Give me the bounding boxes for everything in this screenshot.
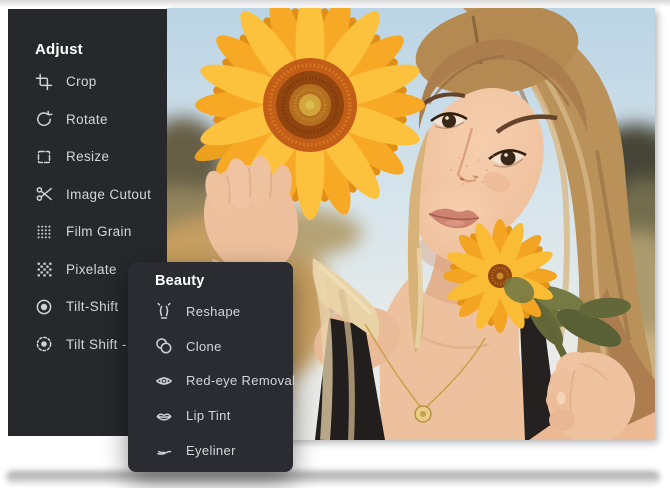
- beauty-item-label: Eyeliner: [186, 443, 236, 458]
- beauty-item-reshape[interactable]: Reshape: [128, 294, 293, 329]
- card-shadow: [6, 471, 660, 484]
- adjust-item-crop[interactable]: Crop: [8, 63, 167, 101]
- adjust-panel-title: Adjust: [35, 40, 167, 59]
- top-shadow: [0, 0, 670, 7]
- adjust-item-label: Rotate: [66, 112, 108, 127]
- tilt-shift-icon: [35, 298, 53, 316]
- adjust-item-label: Image Cutout: [66, 187, 151, 202]
- adjust-item-label: Tilt-Shift: [66, 299, 119, 314]
- reshape-icon: [155, 302, 173, 320]
- adjust-item-label: Crop: [66, 74, 97, 89]
- beauty-item-label: Reshape: [186, 304, 241, 319]
- resize-icon: [35, 148, 53, 166]
- film-grain-icon: [35, 223, 53, 241]
- adjust-item-film-grain[interactable]: Film Grain: [8, 213, 167, 251]
- beauty-item-clone[interactable]: Clone: [128, 329, 293, 364]
- beauty-panel: Beauty Reshape Clone Red-eye Removal: [128, 262, 293, 472]
- crop-icon: [35, 73, 53, 91]
- adjust-item-label: Film Grain: [66, 224, 132, 239]
- red-eye-icon: [155, 372, 173, 390]
- eyeliner-icon: [155, 442, 173, 460]
- adjust-item-label: Resize: [66, 149, 109, 164]
- beauty-item-label: Red-eye Removal: [186, 373, 295, 388]
- beauty-item-label: Lip Tint: [186, 408, 231, 423]
- scissors-icon: [35, 185, 53, 203]
- lips-icon: [155, 407, 173, 425]
- adjust-item-rotate[interactable]: Rotate: [8, 101, 167, 139]
- beauty-item-eyeliner[interactable]: Eyeliner: [128, 433, 293, 468]
- beauty-item-lip-tint[interactable]: Lip Tint: [128, 398, 293, 433]
- adjust-item-label: Pixelate: [66, 262, 117, 277]
- rotate-icon: [35, 110, 53, 128]
- tilt-shift-brush-icon: [35, 335, 53, 353]
- pixelate-icon: [35, 260, 53, 278]
- beauty-panel-title: Beauty: [155, 272, 293, 290]
- beauty-list: Reshape Clone Red-eye Removal Lip Tint: [128, 294, 293, 468]
- screenshot-card: Adjust Crop Rotate Resize: [0, 0, 670, 488]
- adjust-item-image-cutout[interactable]: Image Cutout: [8, 176, 167, 214]
- clone-icon: [155, 337, 173, 355]
- adjust-item-resize[interactable]: Resize: [8, 138, 167, 176]
- beauty-item-label: Clone: [186, 339, 222, 354]
- beauty-item-red-eye-removal[interactable]: Red-eye Removal: [128, 364, 293, 399]
